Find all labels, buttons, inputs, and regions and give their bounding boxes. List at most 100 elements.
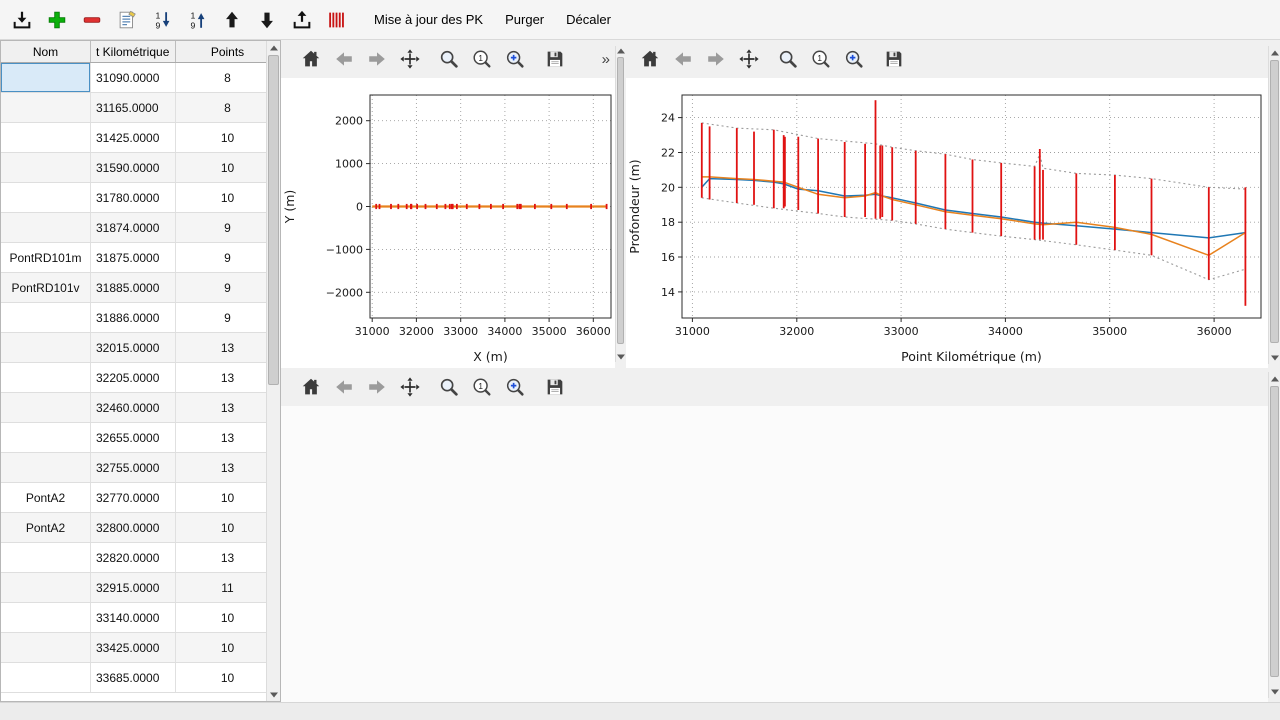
cell-pk[interactable]: 32755.0000 [91,453,176,482]
cell-points[interactable]: 13 [176,543,280,572]
down-button[interactable] [253,6,281,34]
up-button[interactable] [218,6,246,34]
home-button[interactable] [299,374,323,400]
profile-scrollbar-track[interactable] [1269,59,1280,351]
shift-button[interactable]: Décaler [557,7,620,32]
empty-plot-area[interactable] [281,406,1268,702]
cell-nom[interactable]: PontA2 [1,483,91,512]
cell-pk[interactable]: 32915.0000 [91,573,176,602]
cell-nom[interactable]: PontA2 [1,513,91,542]
export-button[interactable] [288,6,316,34]
cell-nom[interactable] [1,393,91,422]
table-row[interactable]: 32915.000011 [1,573,280,603]
cell-pk[interactable]: 31425.0000 [91,123,176,152]
cell-points[interactable]: 10 [176,153,280,182]
plan-scrollbar-thumb[interactable] [617,57,624,344]
zoom-button[interactable] [776,46,800,72]
scroll-down-icon[interactable] [1269,685,1280,698]
plan-scrollbar-track[interactable] [616,56,625,352]
cell-nom[interactable] [1,333,91,362]
cell-pk[interactable]: 31090.0000 [91,63,176,92]
purge-button[interactable]: Purger [496,7,553,32]
cell-pk[interactable]: 33140.0000 [91,603,176,632]
cell-points[interactable]: 11 [176,573,280,602]
cell-pk[interactable]: 31874.0000 [91,213,176,242]
zoom-button[interactable] [437,374,461,400]
bottom-panel-scrollbar[interactable] [1268,372,1280,698]
pan-button[interactable] [737,46,761,72]
table-row[interactable]: 33140.000010 [1,603,280,633]
bottom-scrollbar-track[interactable] [1269,385,1280,685]
profile-panel-scrollbar[interactable] [1268,46,1280,364]
pan-button[interactable] [398,374,422,400]
scroll-down-icon[interactable] [616,352,625,362]
zoom-plus-button[interactable] [842,46,866,72]
cell-points[interactable]: 13 [176,393,280,422]
cell-nom[interactable] [1,453,91,482]
cell-points[interactable]: 9 [176,273,280,302]
cell-points[interactable]: 13 [176,453,280,482]
cell-nom[interactable] [1,93,91,122]
cell-pk[interactable]: 32655.0000 [91,423,176,452]
table-scrollbar[interactable] [266,41,280,701]
forward-button[interactable] [704,46,728,72]
cell-pk[interactable]: 32820.0000 [91,543,176,572]
cell-pk[interactable]: 31875.0000 [91,243,176,272]
cell-points[interactable]: 10 [176,633,280,662]
cell-points[interactable]: 10 [176,513,280,542]
cell-points[interactable]: 8 [176,93,280,122]
cell-points[interactable]: 9 [176,213,280,242]
cell-pk[interactable]: 31886.0000 [91,303,176,332]
cell-nom[interactable] [1,363,91,392]
cell-pk[interactable]: 31165.0000 [91,93,176,122]
cell-points[interactable]: 10 [176,603,280,632]
cell-nom[interactable] [1,63,91,92]
scroll-up-icon[interactable] [1269,46,1280,59]
bottom-scrollbar-thumb[interactable] [1270,386,1279,677]
column-header-pk[interactable]: t Kilométrique [91,41,176,62]
forward-button[interactable] [365,46,389,72]
cell-pk[interactable]: 32015.0000 [91,333,176,362]
cell-points[interactable]: 13 [176,423,280,452]
cell-points[interactable]: 13 [176,333,280,362]
zoom-one-button[interactable]: 1 [470,46,494,72]
cell-points[interactable]: 10 [176,123,280,152]
add-button[interactable] [43,6,71,34]
cell-nom[interactable]: PontRD101v [1,273,91,302]
column-header-points[interactable]: Points [176,41,280,62]
cell-nom[interactable] [1,603,91,632]
scroll-down-icon[interactable] [1269,351,1280,364]
cell-nom[interactable] [1,573,91,602]
save-button[interactable] [543,374,567,400]
edit-list-button[interactable] [113,6,141,34]
column-header-nom[interactable]: Nom [1,41,91,62]
scroll-up-icon[interactable] [267,41,280,54]
toolbar-overflow-button[interactable]: » [602,51,615,68]
table-scrollbar-track[interactable] [267,54,280,688]
sort-desc-button[interactable]: 19 [148,6,176,34]
import-button[interactable] [8,6,36,34]
back-button[interactable] [332,46,356,72]
table-row[interactable]: 32755.000013 [1,453,280,483]
cell-points[interactable]: 9 [176,303,280,332]
table-row[interactable]: PontRD101v31885.00009 [1,273,280,303]
plan-chart-canvas[interactable]: 310003200033000340003500036000−2000−1000… [281,78,615,368]
zoom-one-button[interactable]: 1 [809,46,833,72]
table-row[interactable]: 31780.000010 [1,183,280,213]
cell-nom[interactable] [1,633,91,662]
table-row[interactable]: 31425.000010 [1,123,280,153]
save-button[interactable] [882,46,906,72]
cell-points[interactable]: 13 [176,363,280,392]
cell-nom[interactable] [1,213,91,242]
zoom-one-button[interactable]: 1 [470,374,494,400]
zoom-plus-button[interactable] [503,374,527,400]
profile-chart-canvas[interactable]: 3100032000330003400035000360001416182022… [626,78,1268,368]
table-row[interactable]: PontA232800.000010 [1,513,280,543]
cell-nom[interactable] [1,183,91,212]
cell-pk[interactable]: 33425.0000 [91,633,176,662]
sections-button[interactable] [323,6,351,34]
cell-points[interactable]: 9 [176,243,280,272]
pan-button[interactable] [398,46,422,72]
cell-pk[interactable]: 32800.0000 [91,513,176,542]
remove-button[interactable] [78,6,106,34]
